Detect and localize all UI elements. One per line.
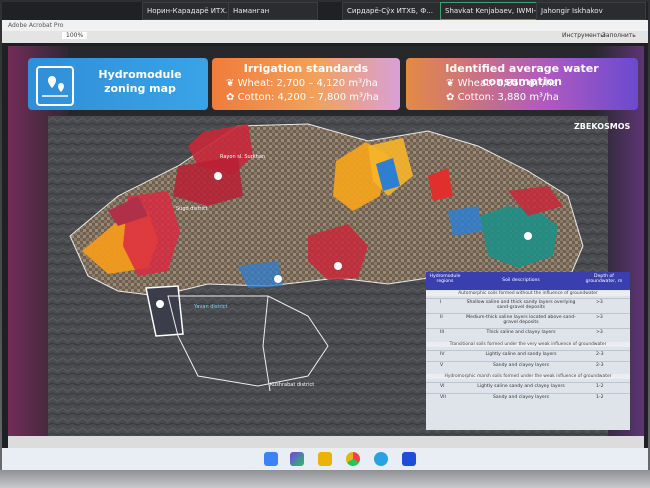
legend-desc: Thick saline and clayey layers [486,330,556,335]
file-explorer-icon[interactable] [318,452,332,466]
irrigation-standards-card: Irrigation standards ❦ Wheat: 2,700 – 4,… [212,58,400,110]
legend-section: Automorphic soils formed without the inf… [426,291,630,296]
chrome-icon[interactable] [346,452,360,466]
legend-depth: 1-2 [596,395,604,400]
standard-wheat: Wheat: 2,700 – 4,120 m³/ha [237,78,378,89]
legend-desc: Medium-thick saline layers located above… [466,315,576,325]
legend-col-header: Hydromodule regions [429,274,461,284]
legend-section: Transitional soils formed under the very… [426,342,630,347]
wheat-icon: ❦ [446,78,458,89]
map-label: Sugd district [176,206,208,212]
participant-tile[interactable]: Наманган [228,2,318,20]
window-title-bar: Adobe Acrobat Pro [2,20,648,31]
legend-region: I [440,300,442,305]
map-label: Rayon sl. Surkhan [220,154,266,160]
participant-name: Jahongir Iskhakov [541,7,603,15]
participant-tile[interactable]: Норин-Карадарё ИТХ... [142,2,234,20]
legend-region: VI [440,384,445,389]
legend-depth: 1-2 [596,384,604,389]
standards-heading: Irrigation standards [243,62,369,75]
copilot-icon[interactable] [290,452,304,466]
presentation-slide: Rayon sl. Surkhan Sugd district Yavan di… [8,46,644,436]
soil-legend-table: Hydromodule regions Soil descriptions De… [426,272,630,430]
zone-marker [524,232,532,240]
legend-region: III [440,330,445,335]
legend-row: II Medium-thick saline layers located ab… [426,313,630,328]
legend-depth: 2-3 [596,363,604,368]
consumption-cotton: Cotton: 3,880 m³/ha [457,92,559,103]
zoom-level[interactable]: 100% [62,32,88,39]
wheat-icon: ❦ [226,78,238,89]
legend-col-header: Depth of groundwater, m [585,274,623,284]
consumption-wheat: Wheat: 1,850 m³/ha [457,78,558,89]
legend-region: VII [440,395,446,400]
meeting-participant-strip: Норин-Карадарё ИТХ... Наманган Сирдарё-С… [2,2,648,20]
legend-region: V [440,363,444,368]
map-label: Kushrabat district [270,382,315,388]
start-icon[interactable] [264,452,278,466]
legend-depth: >3 [596,315,603,320]
zone-marker [156,300,164,308]
legend-row: I Shallow saline and thick sandy layers … [426,298,630,313]
legend-header: Hydromodule regions Soil descriptions De… [426,272,630,290]
cotton-icon: ✿ [226,92,238,103]
fill-sign-button[interactable]: Заполнить [602,32,636,39]
screen: Норин-Карадарё ИТХ... Наманган Сирдарё-С… [2,2,648,470]
water-consumption-card: Identified average water consumption ❦ W… [406,58,638,110]
legend-row: VII Sandy and clayey layers 1-2 [426,393,630,404]
window-title: Adobe Acrobat Pro [8,22,64,29]
legend-desc: Shallow saline and thick sandy layers ov… [466,300,576,310]
tools-button[interactable]: Инструменты [562,32,605,39]
brand-logo: ZBEKOSMOS [574,122,630,131]
pdf-tools-strip [8,436,644,448]
legend-desc: Lightly saline and sandy layers [485,352,557,357]
legend-desc: Sandy and clayey layers [492,395,550,400]
standard-cotton: Cotton: 4,200 – 7,800 m³/ha [237,92,379,103]
legend-desc: Sandy and clayey layers [492,363,550,368]
legend-desc: Lightly saline sandy and clayey layers [477,384,565,389]
pdf-toolbar: 100% Инструменты Заполнить [2,31,648,43]
legend-depth: >3 [596,330,603,335]
map-label: Yavan district [194,304,228,310]
title-card: Hydromodule zoning map [28,58,208,110]
legend-region: II [440,315,443,320]
zone-marker [214,172,222,180]
legend-depth: >3 [596,300,603,305]
legend-region: IV [440,352,445,357]
legend-row: IV Lightly saline and sandy layers 2-3 [426,350,630,361]
participant-name: Shavkat Kenjabaev, IWMI-... [445,7,542,15]
cotton-icon: ✿ [446,92,458,103]
windows-taskbar [2,448,648,470]
participant-name: Наманган [233,7,270,15]
zone-marker [334,262,342,270]
map-pin-icon [36,66,74,106]
participant-tile[interactable]: Сирдарё-Сўх ИТХБ, Ф... [342,2,444,20]
participant-tile[interactable]: Shavkat Kenjabaev, IWMI-... [440,2,542,20]
legend-row: III Thick saline and clayey layers >3 [426,328,630,339]
telegram-icon[interactable] [374,452,388,466]
participant-tile[interactable]: Jahongir Iskhakov [536,2,646,20]
participant-name: Норин-Карадарё ИТХ... [147,7,232,15]
monitor-stand [0,470,650,488]
slide-title: Hydromodule zoning map [98,68,182,95]
meeting-app-icon[interactable] [402,452,416,466]
legend-row: VI Lightly saline sandy and clayey layer… [426,382,630,393]
zone-blue [448,206,483,236]
zone-marker [274,275,282,283]
legend-depth: 2-3 [596,352,604,357]
brand-name: ZBEKOSMOS [574,122,631,131]
participant-name: Сирдарё-Сўх ИТХБ, Ф... [347,7,433,15]
legend-row: V Sandy and clayey layers 2-3 [426,361,630,372]
legend-section: Hydromorphic marsh soils formed under th… [426,374,630,379]
legend-col-header: Soil descriptions [502,278,540,283]
